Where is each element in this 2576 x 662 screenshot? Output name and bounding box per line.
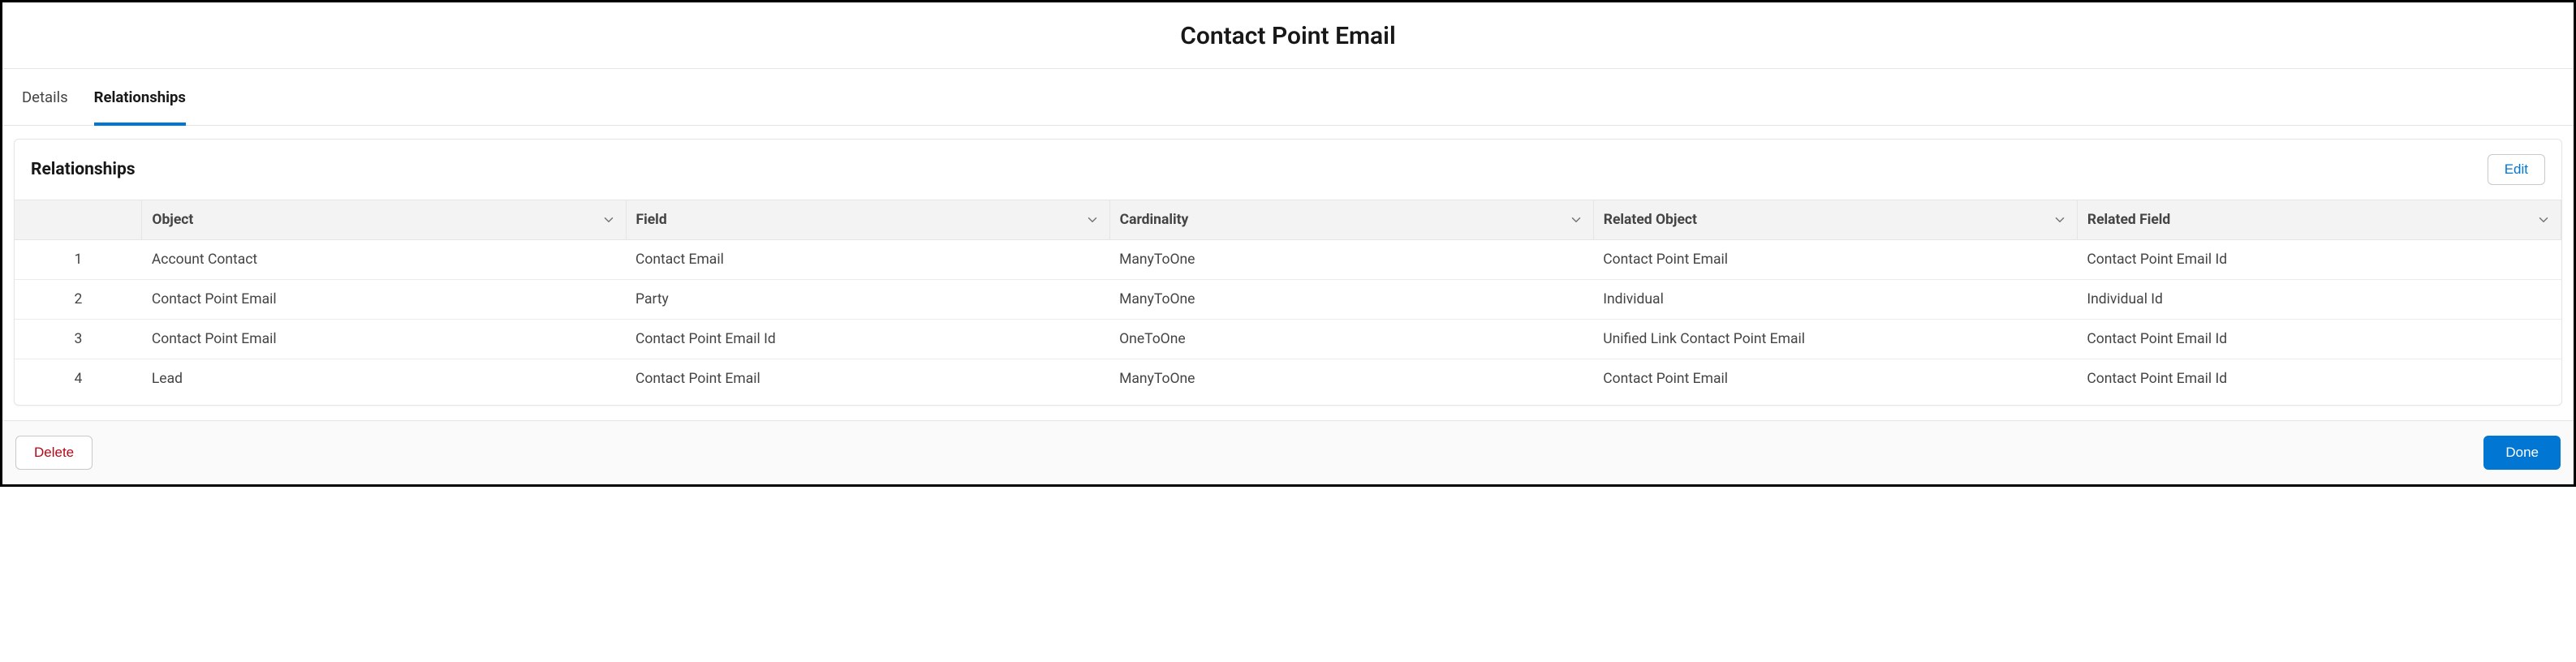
tab-relationships[interactable]: Relationships [94, 69, 186, 126]
cell-field: Party [626, 280, 1109, 320]
tab-details[interactable]: Details [22, 69, 68, 126]
delete-button[interactable]: Delete [15, 436, 93, 470]
dialog-header: Contact Point Email [2, 2, 2574, 69]
cell-related-field: Contact Point Email Id [2077, 320, 2561, 359]
row-index: 1 [15, 240, 142, 280]
cell-related-object: Individual [1593, 280, 2077, 320]
cell-field: Contact Point Email [626, 359, 1109, 399]
panel-header: Relationships Edit [15, 140, 2561, 200]
cell-cardinality: OneToOne [1109, 320, 1593, 359]
column-label: Object [152, 212, 193, 228]
row-index: 3 [15, 320, 142, 359]
button-label: Delete [34, 445, 74, 460]
table-row[interactable]: 4 Lead Contact Point Email ManyToOne Con… [15, 359, 2561, 399]
tab-label: Relationships [94, 88, 186, 106]
cell-related-object: Contact Point Email [1593, 240, 2077, 280]
cell-object: Contact Point Email [142, 320, 626, 359]
cell-cardinality: ManyToOne [1109, 240, 1593, 280]
done-button[interactable]: Done [2483, 436, 2561, 470]
tab-label: Details [22, 88, 68, 106]
panel-wrap: Relationships Edit [2, 126, 2574, 420]
column-header-related-object[interactable]: Related Object [1593, 200, 2077, 240]
table-row[interactable]: 3 Contact Point Email Contact Point Emai… [15, 320, 2561, 359]
column-header-index [15, 200, 142, 240]
table-header-row: Object Field Cardinali [15, 200, 2561, 240]
page-title: Contact Point Email [1180, 22, 1396, 50]
chevron-down-icon[interactable] [601, 213, 616, 227]
cell-related-field: Contact Point Email Id [2077, 359, 2561, 399]
cell-related-object: Contact Point Email [1593, 359, 2077, 399]
relationships-table: Object Field Cardinali [15, 200, 2561, 398]
chevron-down-icon[interactable] [2053, 213, 2067, 227]
tab-bar: Details Relationships [2, 69, 2574, 126]
dialog-window: Contact Point Email Details Relationship… [0, 0, 2576, 487]
dialog-footer: Delete Done [2, 420, 2574, 484]
cell-cardinality: ManyToOne [1109, 359, 1593, 399]
cell-object: Lead [142, 359, 626, 399]
table-row[interactable]: 1 Account Contact Contact Email ManyToOn… [15, 240, 2561, 280]
cell-object: Account Contact [142, 240, 626, 280]
column-label: Related Object [1604, 212, 1697, 228]
row-index: 2 [15, 280, 142, 320]
column-header-field[interactable]: Field [626, 200, 1109, 240]
cell-field: Contact Point Email Id [626, 320, 1109, 359]
chevron-down-icon[interactable] [2536, 213, 2551, 227]
column-header-cardinality[interactable]: Cardinality [1109, 200, 1593, 240]
column-label: Cardinality [1120, 212, 1189, 228]
column-label: Field [636, 212, 667, 228]
button-label: Done [2505, 445, 2539, 460]
table-body: 1 Account Contact Contact Email ManyToOn… [15, 240, 2561, 399]
cell-object: Contact Point Email [142, 280, 626, 320]
column-header-related-field[interactable]: Related Field [2077, 200, 2561, 240]
column-header-object[interactable]: Object [142, 200, 626, 240]
chevron-down-icon[interactable] [1569, 213, 1583, 227]
button-label: Edit [2505, 161, 2528, 177]
panel-title: Relationships [31, 160, 136, 179]
column-label: Related Field [2087, 212, 2170, 228]
cell-related-object: Unified Link Contact Point Email [1593, 320, 2077, 359]
cell-field: Contact Email [626, 240, 1109, 280]
edit-button[interactable]: Edit [2488, 154, 2545, 185]
chevron-down-icon[interactable] [1085, 213, 1100, 227]
cell-related-field: Individual Id [2077, 280, 2561, 320]
table-row[interactable]: 2 Contact Point Email Party ManyToOne In… [15, 280, 2561, 320]
row-index: 4 [15, 359, 142, 399]
cell-related-field: Contact Point Email Id [2077, 240, 2561, 280]
cell-cardinality: ManyToOne [1109, 280, 1593, 320]
relationships-panel: Relationships Edit [14, 139, 2562, 406]
